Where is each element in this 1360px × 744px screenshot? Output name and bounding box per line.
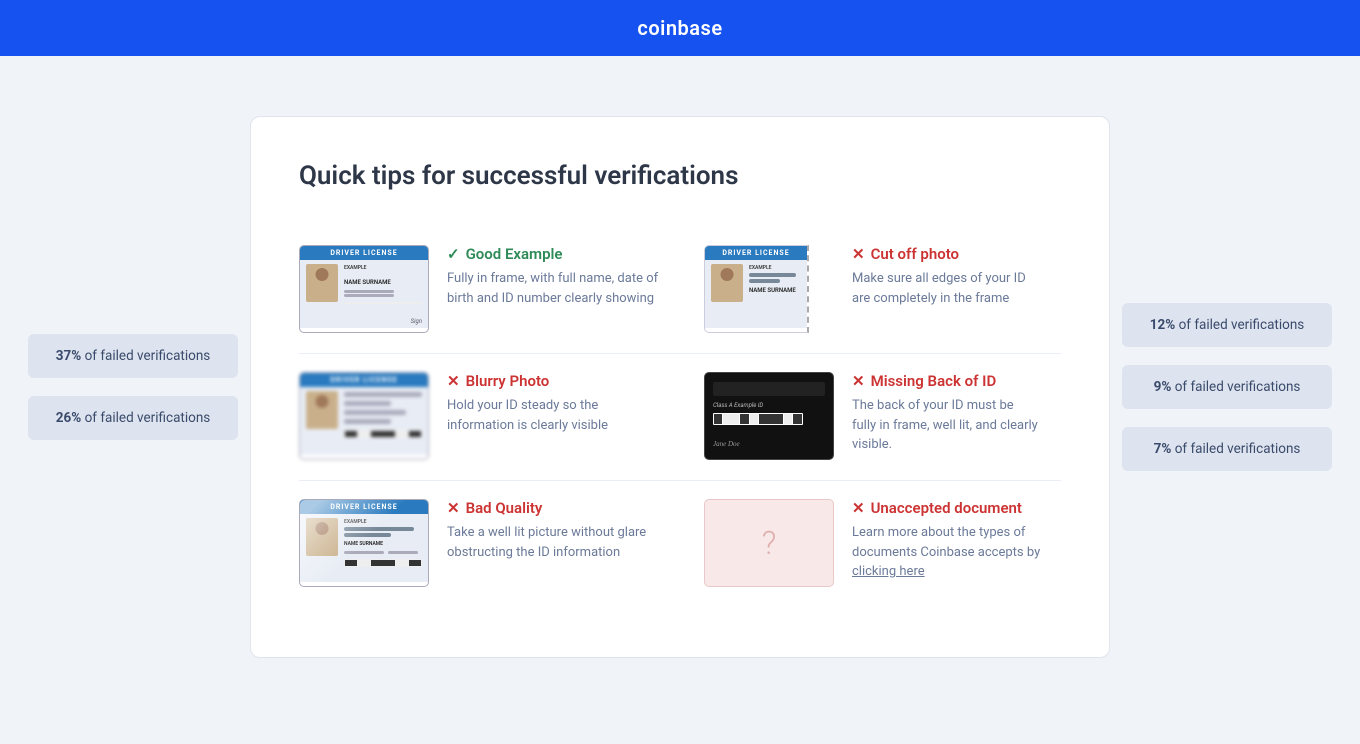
tip-unaccepted-info: ✕ Unaccepted document Learn more about t…	[852, 499, 1041, 582]
tip-good-example-label: Good Example	[466, 245, 563, 263]
check-icon: ✓	[447, 245, 460, 263]
x-icon-unaccepted: ✕	[852, 499, 865, 517]
tip-blurry-desc: Hold your ID steady so the information i…	[447, 396, 660, 435]
tip-missing-back: Class A Example ID Jane Doe	[680, 354, 1061, 480]
tip-blurry-label: Blurry Photo	[466, 372, 550, 390]
right-badge-2: 9% of failed verifications	[1122, 365, 1332, 409]
tip-missing-back-label: Missing Back of ID	[871, 372, 997, 390]
x-icon-bad-quality: ✕	[447, 499, 460, 517]
tip-bad-quality: DRIVER LICENSE EXAMPLE NAME SURNAME	[299, 481, 680, 607]
x-icon-blurry: ✕	[447, 372, 460, 390]
tip-cutoff-label: Cut off photo	[871, 245, 959, 263]
tip-bad-quality-label: Bad Quality	[466, 499, 543, 517]
left-badge-2: 26% of failed verifications	[28, 396, 238, 440]
tip-good-example-desc: Fully in frame, with full name, date of …	[447, 269, 660, 308]
right-badges: 12% of failed verifications 9% of failed…	[1122, 303, 1332, 471]
coinbase-logo: coinbase	[637, 16, 722, 40]
tip-good-example-info: ✓ Good Example Fully in frame, with full…	[447, 245, 660, 308]
app-header: coinbase	[0, 0, 1360, 56]
x-icon-cutoff: ✕	[852, 245, 865, 263]
right-badge-1: 12% of failed verifications	[1122, 303, 1332, 347]
tip-blurry: DRIVER LICENSE	[299, 354, 680, 480]
tip-blurry-info: ✕ Blurry Photo Hold your ID steady so th…	[447, 372, 660, 435]
tip-cutoff-desc: Make sure all edges of your ID are compl…	[852, 269, 1041, 308]
id-card-back: Class A Example ID Jane Doe	[704, 372, 834, 462]
id-card-unknown: ?	[704, 499, 834, 589]
tip-unaccepted-label: Unaccepted document	[871, 499, 1022, 517]
tip-cutoff-info: ✕ Cut off photo Make sure all edges of y…	[852, 245, 1041, 308]
card-title: Quick tips for successful verifications	[299, 161, 1061, 191]
id-card-good: DRIVER LICENSE EXAMPLE NAME SURNAME	[299, 245, 429, 335]
tips-card: Quick tips for successful verifications …	[250, 116, 1110, 658]
id-card-blurry: DRIVER LICENSE	[299, 372, 429, 462]
clicking-here-link[interactable]: clicking here	[852, 564, 925, 579]
tip-unaccepted: ? ✕ Unaccepted document Learn more about…	[680, 481, 1061, 607]
tip-missing-back-info: ✕ Missing Back of ID The back of your ID…	[852, 372, 1041, 455]
main-container: 37% of failed verifications 26% of faile…	[0, 56, 1360, 718]
id-card-cutoff: DRIVER LICENSE EXAMPLE NAME SURNAME	[704, 245, 834, 335]
left-badge-1: 37% of failed verifications	[28, 334, 238, 378]
tips-grid: DRIVER LICENSE EXAMPLE NAME SURNAME	[299, 227, 1061, 607]
tip-cutoff: DRIVER LICENSE EXAMPLE NAME SURNAME	[680, 227, 1061, 353]
tip-bad-quality-info: ✕ Bad Quality Take a well lit picture wi…	[447, 499, 660, 562]
right-badge-3: 7% of failed verifications	[1122, 427, 1332, 471]
tip-missing-back-desc: The back of your ID must be fully in fra…	[852, 396, 1041, 455]
left-badges: 37% of failed verifications 26% of faile…	[28, 334, 238, 440]
x-icon-missing-back: ✕	[852, 372, 865, 390]
tip-unaccepted-desc: Learn more about the types of documents …	[852, 523, 1041, 582]
tip-bad-quality-desc: Take a well lit picture without glare ob…	[447, 523, 660, 562]
id-card-bad-quality: DRIVER LICENSE EXAMPLE NAME SURNAME	[299, 499, 429, 589]
tip-good-example: DRIVER LICENSE EXAMPLE NAME SURNAME	[299, 227, 680, 353]
